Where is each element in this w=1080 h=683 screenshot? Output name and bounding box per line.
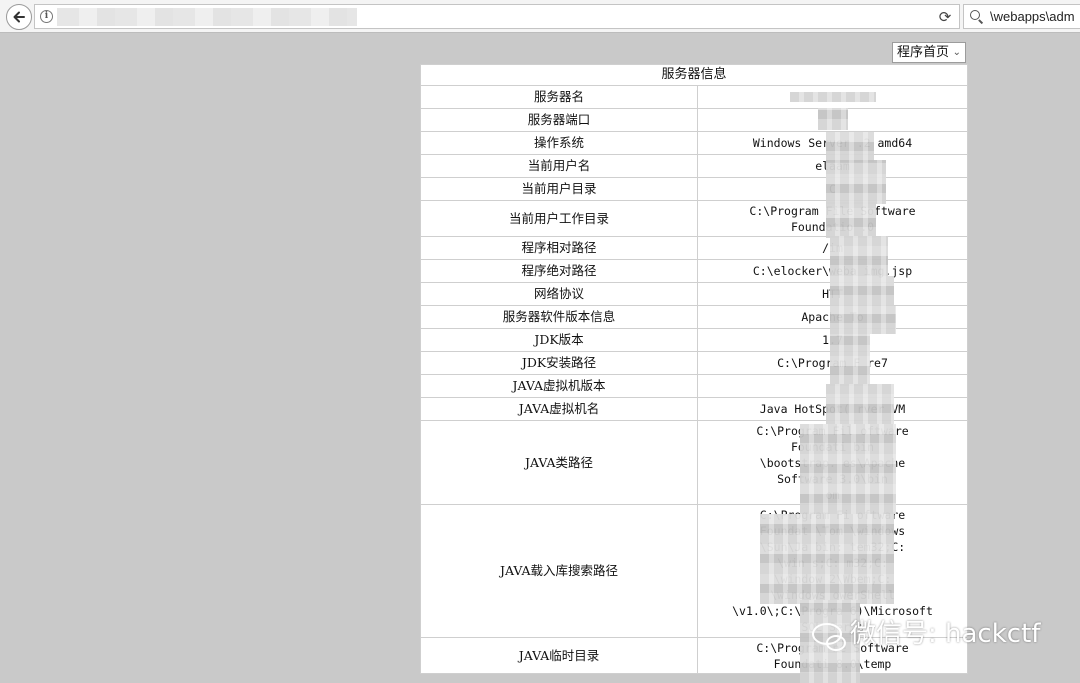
row-label: 当前用户名 [420,154,698,178]
row-label: 当前用户目录 [420,177,698,201]
row-label: 程序绝对路径 [420,259,698,283]
search-icon [970,10,980,20]
table-row: 程序绝对路径 C:\elocker\weba img.jsp [420,259,969,283]
table-row: JAVA虚拟机版本 [420,374,969,398]
table-title: 服务器信息 [419,64,969,86]
row-label: 当前用户工作目录 [420,200,698,237]
row-value: Apache To [696,305,969,329]
row-value: Java HotSpot( rver VM [696,397,969,421]
table-row: JAVA虚拟机名 Java HotSpot( rver VM [420,397,969,421]
page-select[interactable]: 程序首页 ⌄ [892,42,966,63]
row-label: JAVA临时目录 [420,637,698,674]
row-value [696,108,969,132]
row-value: C:\Program ne Software Foundati 8.0\temp [696,637,969,674]
back-arrow-icon [13,11,25,23]
table-row: JAVA载入库搜索路径 C:\Program Fi oftware Foundat… [420,504,969,638]
row-value: elaam [696,154,969,178]
row-label: 操作系统 [420,131,698,155]
row-value: HTT [696,282,969,306]
table-row: 当前用户工作目录 C:\Program File Software Foundat… [420,200,969,237]
row-label: JAVA虚拟机名 [420,397,698,421]
row-value [696,374,969,398]
server-info-table: 服务器信息 服务器名 服务器端口 操作系统 Windows Server .2 amd… [419,64,969,674]
table-row: 服务器端口 [420,108,969,132]
row-label: 服务器软件版本信息 [420,305,698,329]
table-row: 当前用户名 elaam [420,154,969,178]
table-row: JAVA临时目录 C:\Program ne Software Foundati … [420,637,969,674]
row-value: C [696,177,969,201]
row-label: JDK版本 [420,328,698,352]
search-box[interactable]: \webapps\adm [963,4,1080,29]
row-label: 程序相对路径 [420,236,698,260]
row-value: 1.7 [696,328,969,352]
row-value: C:\elocker\weba img.jsp [696,259,969,283]
table-row: JAVA类路径 C:\Program Fil oftware Foundati b… [420,420,969,505]
row-value: /im [696,236,969,260]
table-row: 网络协议 HTT [420,282,969,306]
back-button[interactable] [6,4,32,30]
browser-toolbar: i ⟳ \webapps\adm [0,0,1080,33]
table-row: 程序相对路径/im [420,236,969,260]
row-value: Windows Server .2 amd64 [696,131,969,155]
row-value [696,85,969,109]
reload-icon[interactable]: ⟳ [935,7,955,27]
chevron-down-icon: ⌄ [952,47,961,58]
table-row: 服务器名 [420,85,969,109]
row-value: C:\Program File Software Foundatio .0 [696,200,969,237]
row-label: JDK安装路径 [420,351,698,375]
search-input[interactable]: \webapps\adm [990,9,1075,25]
row-label: JAVA载入库搜索路径 [420,504,698,638]
info-icon[interactable]: i [40,10,53,23]
table-row: JDK版本 1.7 [420,328,969,352]
page-select-value: 程序首页 [897,45,950,60]
row-label: 服务器名 [420,85,698,109]
table-row: JDK安装路径 C:\Program F re7 [420,351,969,375]
table-row: 操作系统 Windows Server .2 amd64 [420,131,969,155]
url-text-redacted [57,8,357,26]
row-label: 服务器端口 [420,108,698,132]
row-label: 网络协议 [420,282,698,306]
table-row: 服务器软件版本信息 Apache To [420,305,969,329]
row-value: C:\Program Fil oftware Foundati bin \boo… [696,420,969,505]
row-value: C:\Program Fi oftware Foundat \Tom \wind… [696,504,969,638]
row-label: JAVA虚拟机版本 [420,374,698,398]
table-row: 当前用户目录 C [420,177,969,201]
row-value: C:\Program F re7 [696,351,969,375]
row-label: JAVA类路径 [420,420,698,505]
address-bar[interactable]: i ⟳ [34,4,960,29]
